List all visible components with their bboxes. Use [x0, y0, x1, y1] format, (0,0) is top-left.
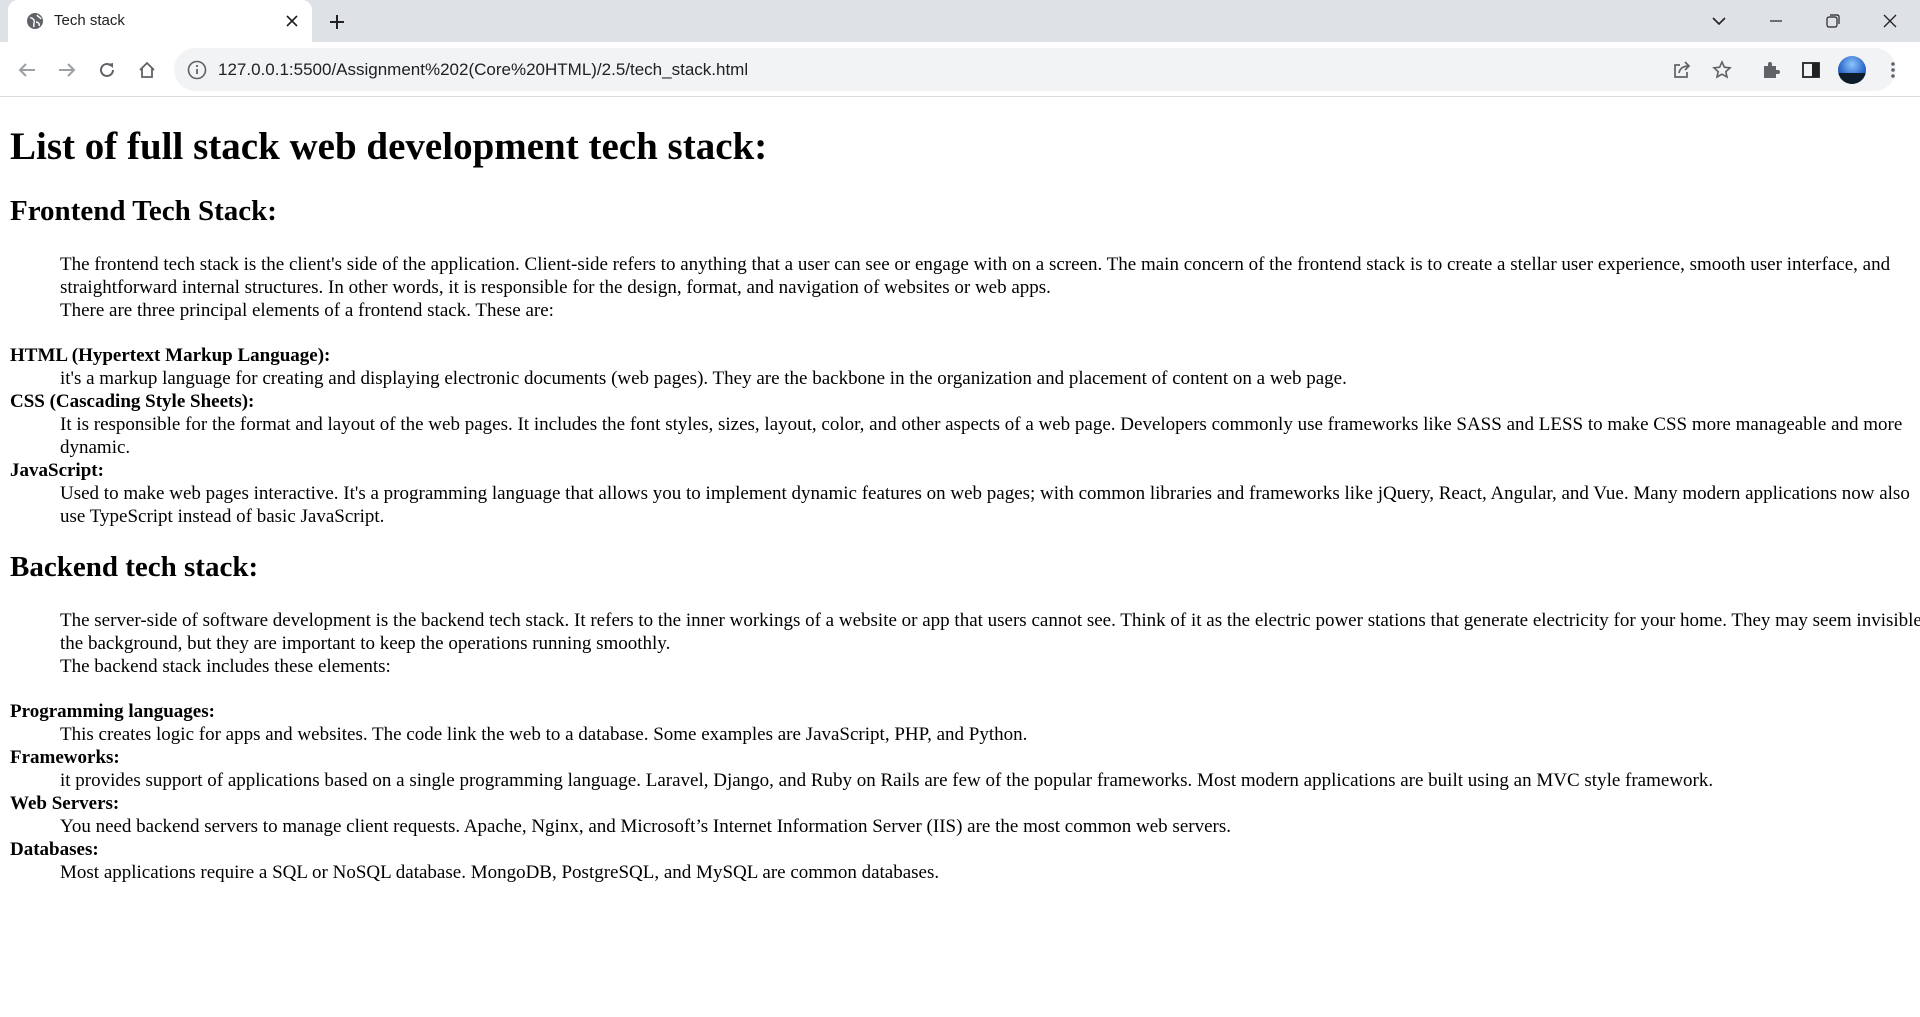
- list-term: Frameworks:: [10, 747, 120, 768]
- frontend-heading: Frontend Tech Stack:: [10, 195, 277, 227]
- globe-icon: [26, 12, 44, 30]
- backend-heading: Backend tech stack:: [10, 551, 259, 583]
- backend-element-list: Programming languages: This creates logi…: [10, 700, 1910, 884]
- share-icon[interactable]: [1670, 58, 1694, 82]
- minimize-button[interactable]: [1761, 6, 1791, 36]
- frontend-intro-text-2: There are three principal elements of a …: [60, 300, 554, 321]
- reload-icon[interactable]: [92, 55, 122, 85]
- side-panel-icon[interactable]: [1796, 55, 1826, 85]
- site-info-icon[interactable]: [186, 59, 208, 81]
- tab-strip: Tech stack: [0, 0, 1920, 42]
- more-menu-icon[interactable]: [1878, 55, 1908, 85]
- frontend-intro-text: The frontend tech stack is the client's …: [60, 254, 1891, 298]
- list-term: Databases:: [10, 839, 99, 860]
- forward-arrow-icon[interactable]: [52, 55, 82, 85]
- list-description: it provides support of applications base…: [60, 770, 1714, 791]
- browser-tab[interactable]: Tech stack: [8, 0, 312, 42]
- backend-intro-text: The server-side of software development …: [60, 610, 1920, 654]
- browser-toolbar: 127.0.0.1:5500/Assignment%202(Core%20HTM…: [0, 42, 1920, 97]
- tab-title: Tech stack: [54, 12, 125, 29]
- address-bar[interactable]: 127.0.0.1:5500/Assignment%202(Core%20HTM…: [174, 48, 1896, 91]
- backend-intro-blockquote: The server-side of software development …: [60, 609, 1920, 678]
- backend-intro-text-2: The backend stack includes these element…: [60, 656, 391, 677]
- list-description: it's a markup language for creating and …: [60, 368, 1347, 389]
- list-term: Web Servers:: [10, 793, 120, 814]
- bookmark-star-icon[interactable]: [1710, 58, 1734, 82]
- new-tab-button[interactable]: [324, 9, 350, 35]
- back-arrow-icon[interactable]: [12, 55, 42, 85]
- close-icon[interactable]: [282, 11, 302, 31]
- list-term: JavaScript:: [10, 460, 104, 481]
- list-description: Used to make web pages interactive. It's…: [60, 483, 1910, 527]
- frontend-element-list: HTML (Hypertext Markup Language): it's a…: [10, 344, 1910, 528]
- extensions-puzzle-icon[interactable]: [1756, 55, 1786, 85]
- list-description: It is responsible for the format and lay…: [60, 414, 1903, 458]
- list-description: You need backend servers to manage clien…: [60, 816, 1231, 837]
- profile-avatar[interactable]: [1838, 56, 1866, 84]
- web-page-content: List of full stack web development tech …: [0, 98, 1920, 883]
- list-term: CSS (Cascading Style Sheets):: [10, 391, 255, 412]
- frontend-intro-blockquote: The frontend tech stack is the client's …: [60, 253, 1920, 322]
- url-text[interactable]: 127.0.0.1:5500/Assignment%202(Core%20HTM…: [218, 60, 748, 80]
- close-window-button[interactable]: [1875, 6, 1905, 36]
- list-term: Programming languages:: [10, 701, 215, 722]
- restore-button[interactable]: [1818, 6, 1848, 36]
- page-title: List of full stack web development tech …: [10, 125, 768, 168]
- home-icon[interactable]: [132, 55, 162, 85]
- tab-search-chevron-down-icon[interactable]: [1704, 6, 1734, 36]
- list-description: This creates logic for apps and websites…: [60, 724, 1028, 745]
- list-term: HTML (Hypertext Markup Language):: [10, 345, 331, 366]
- list-description: Most applications require a SQL or NoSQL…: [60, 862, 940, 883]
